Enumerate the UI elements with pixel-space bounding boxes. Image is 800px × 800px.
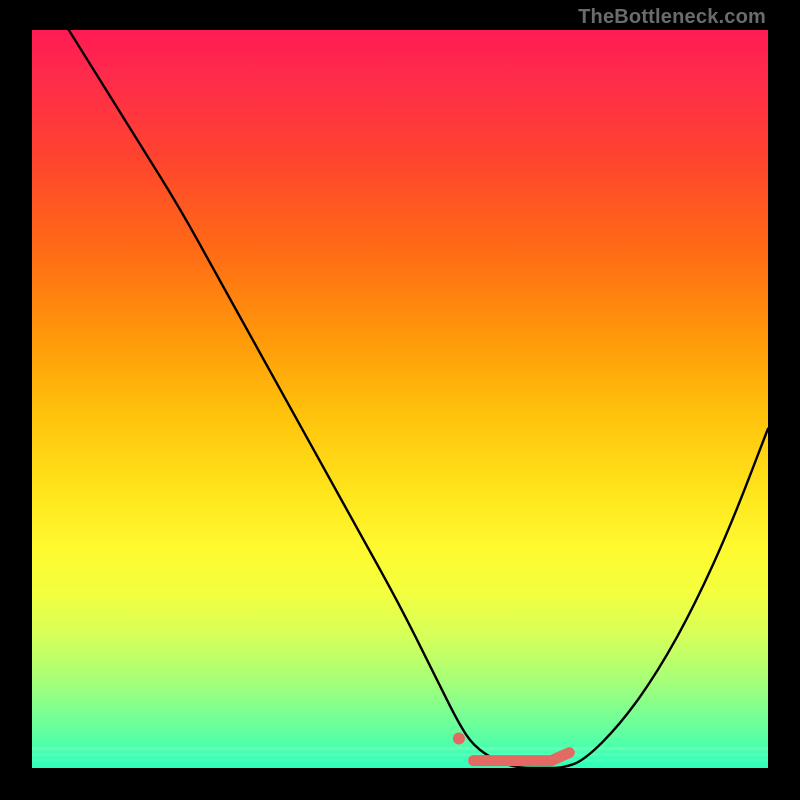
bottleneck-curve — [69, 30, 768, 768]
watermark-text: TheBottleneck.com — [578, 6, 766, 29]
optimal-range-marker — [474, 753, 570, 761]
chart-svg — [32, 30, 768, 768]
plot-area — [32, 30, 768, 768]
chart-container: TheBottleneck.com — [0, 0, 800, 800]
optimal-point-marker — [453, 732, 465, 744]
